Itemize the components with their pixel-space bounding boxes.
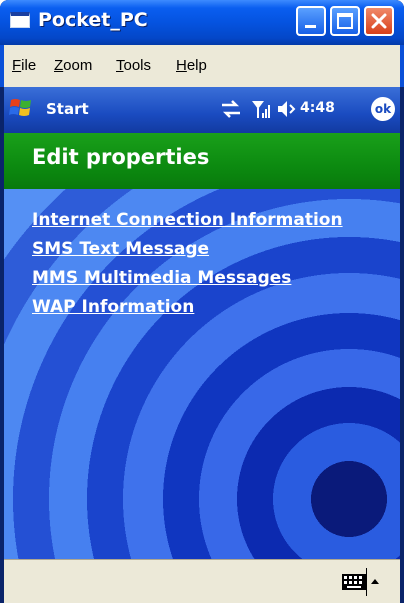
link-mms-multimedia[interactable]: MMS Multimedia Messages (32, 265, 343, 291)
device-screen: Start 4:48 ok Edit properties Internet C… (4, 87, 400, 603)
minimize-icon (305, 25, 316, 28)
menu-help-mnemonic: H (176, 57, 187, 74)
menu-bar: File Zoom Tools Help (0, 45, 404, 87)
menu-tools-label: ools (123, 57, 152, 74)
link-internet-connection[interactable]: Internet Connection Information (32, 207, 343, 233)
up-arrow-icon[interactable] (370, 572, 380, 592)
link-list: Internet Connection Information SMS Text… (32, 207, 343, 323)
minimize-button[interactable] (296, 6, 326, 36)
signal-icon[interactable] (250, 98, 272, 120)
soft-key-bar (4, 559, 400, 603)
close-icon (371, 13, 387, 29)
clock[interactable]: 4:48 (300, 100, 335, 116)
link-wap-information[interactable]: WAP Information (32, 294, 343, 320)
page-header: Edit properties (4, 133, 400, 189)
maximize-icon (337, 13, 353, 29)
window-icon (10, 12, 30, 28)
menu-zoom-label: oom (63, 57, 93, 74)
sync-icon[interactable] (220, 99, 242, 119)
volume-icon[interactable] (276, 99, 298, 119)
link-sms-text-message[interactable]: SMS Text Message (32, 236, 343, 262)
menu-tools-mnemonic: T (116, 57, 124, 74)
window-title: Pocket_PC (38, 9, 148, 31)
page-title: Edit properties (32, 145, 210, 169)
windows-flag-icon[interactable] (8, 95, 34, 121)
emulator-window: Pocket_PC File Zoom Tools Help Start 4:4… (0, 0, 404, 603)
menu-file[interactable]: File (12, 57, 36, 74)
title-bar[interactable]: Pocket_PC (0, 0, 404, 45)
content-area: Internet Connection Information SMS Text… (4, 189, 400, 559)
menu-file-label: ile (21, 57, 37, 74)
maximize-button[interactable] (330, 6, 360, 36)
navigation-bar: Start 4:48 ok (4, 87, 400, 133)
menu-tools[interactable]: Tools (116, 57, 151, 74)
menu-help-label: elp (186, 57, 207, 74)
close-button[interactable] (364, 6, 394, 36)
menu-file-mnemonic: F (12, 57, 22, 74)
ok-button[interactable]: ok (371, 97, 395, 121)
menu-zoom-mnemonic: Z (54, 57, 64, 74)
menu-zoom[interactable]: Zoom (54, 57, 92, 74)
separator (366, 568, 367, 596)
start-label[interactable]: Start (46, 100, 89, 118)
menu-help[interactable]: Help (176, 57, 207, 74)
keyboard-icon[interactable] (342, 574, 366, 590)
